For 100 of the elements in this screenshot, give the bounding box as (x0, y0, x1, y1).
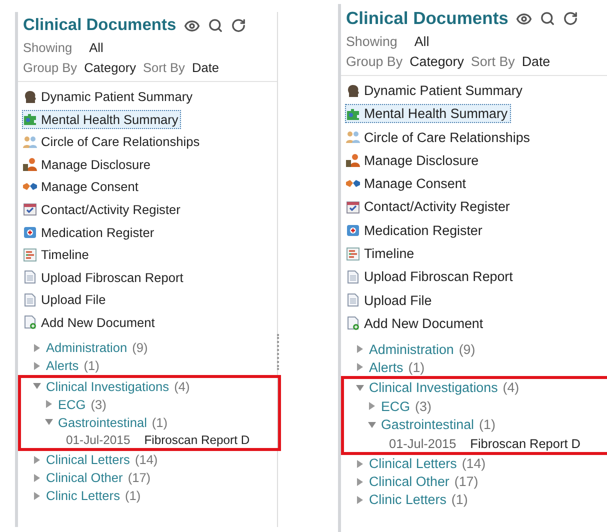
filter-label: Showing (23, 40, 72, 55)
refresh-icon[interactable] (563, 11, 578, 26)
action-item[interactable]: Medication Register (345, 220, 486, 240)
filter-value[interactable]: Category (410, 54, 464, 69)
panel-title: Clinical Documents (23, 16, 176, 35)
expand-arrow-icon[interactable] (33, 344, 41, 352)
eye-icon[interactable] (516, 10, 532, 26)
filter-value[interactable]: All (414, 34, 430, 49)
category-name[interactable]: Alerts (46, 358, 79, 374)
action-item[interactable]: Upload Fibroscan Report (345, 267, 516, 286)
action-item[interactable]: Manage Disclosure (22, 154, 154, 174)
action-item[interactable]: Medication Register (22, 222, 158, 242)
document-icon (23, 270, 37, 284)
category-count: (9) (458, 342, 476, 357)
filter-label: Group By (23, 60, 78, 75)
expand-arrow-icon[interactable] (356, 478, 364, 486)
action-item[interactable]: Upload File (22, 290, 109, 310)
action-item[interactable]: Manage Disclosure (345, 150, 482, 170)
document-title[interactable]: Fibroscan Report D (144, 432, 250, 447)
action-item[interactable]: Manage Consent (22, 177, 142, 196)
document-date: 01-Jul-2015 (389, 436, 456, 451)
head-icon (23, 90, 37, 104)
category-name[interactable]: ECG (381, 398, 410, 414)
category-count: (1) (479, 417, 496, 432)
filter-value[interactable]: Date (192, 60, 219, 75)
category-count: (9) (132, 340, 148, 356)
search-icon[interactable] (540, 11, 556, 26)
puzzle-icon (23, 112, 37, 126)
expand-arrow-icon[interactable] (33, 362, 41, 370)
filter-label: Sort By (470, 54, 515, 69)
action-item[interactable]: Timeline (345, 244, 418, 264)
filter-value[interactable]: Category (84, 60, 136, 75)
filter-value[interactable]: All (89, 40, 104, 55)
expand-arrow-icon[interactable] (356, 460, 364, 468)
document-title[interactable]: Fibroscan Report D (470, 436, 580, 451)
category-count: (4) (502, 380, 520, 396)
action-item[interactable]: Circle of Care Relationships (345, 128, 533, 147)
category-count: (3) (415, 398, 432, 414)
category-name[interactable]: Clinic Letters (46, 488, 120, 504)
expand-arrow-icon[interactable] (33, 492, 41, 500)
action-item[interactable]: Contact/Activity Register (345, 197, 513, 216)
category-name[interactable]: ECG (58, 396, 86, 412)
people-icon (346, 130, 360, 144)
action-item[interactable]: Dynamic Patient Summary (345, 81, 526, 100)
action-item[interactable]: Dynamic Patient Summary (22, 87, 196, 106)
eye-icon[interactable] (184, 18, 200, 34)
category-name[interactable]: Clinic Letters (369, 492, 446, 508)
add-document-icon (23, 315, 37, 330)
action-item[interactable]: Add New Document (22, 312, 158, 332)
action-item[interactable]: Circle of Care Relationships (22, 132, 203, 152)
category-count: (3) (90, 396, 106, 412)
action-item[interactable]: Mental Health Summary (345, 104, 511, 124)
category-name[interactable]: Clinical Letters (369, 456, 457, 472)
puzzle-icon (346, 106, 360, 121)
action-item[interactable]: Manage Consent (345, 174, 469, 194)
expand-arrow-icon[interactable] (356, 363, 364, 372)
action-item[interactable]: Upload Fibroscan Report (22, 268, 186, 287)
category-name[interactable]: Clinical Other (369, 474, 450, 490)
category-name[interactable]: Gastrointestinal (58, 414, 147, 430)
medical-kit-icon (346, 223, 360, 238)
filter-value[interactable]: Date (522, 54, 550, 69)
people-icon (23, 134, 37, 149)
category-name[interactable]: Clinical Investigations (369, 380, 498, 396)
timeline-icon (23, 248, 37, 262)
category-name[interactable]: Clinical Other (46, 470, 123, 486)
action-item[interactable]: Add New Document (345, 314, 486, 333)
category-name[interactable]: Administration (369, 342, 454, 357)
calendar-icon (23, 202, 37, 216)
category-name[interactable]: Clinical Letters (46, 452, 130, 468)
expand-arrow-icon[interactable] (33, 456, 41, 464)
expand-arrow-icon[interactable] (368, 402, 376, 410)
category-count: (1) (152, 414, 168, 430)
search-icon[interactable] (208, 18, 224, 33)
category-name[interactable]: Gastrointestinal (381, 417, 474, 432)
category-count: (14) (134, 452, 158, 468)
refresh-icon[interactable] (231, 18, 246, 33)
action-item[interactable]: Mental Health Summary (22, 110, 182, 129)
expand-arrow-icon[interactable] (45, 400, 53, 408)
collapse-arrow-icon[interactable] (33, 382, 41, 390)
collapse-arrow-icon[interactable] (368, 420, 376, 429)
document-icon (346, 293, 360, 308)
head-icon (346, 84, 360, 98)
category-name[interactable]: Alerts (369, 360, 404, 375)
medical-kit-icon (23, 225, 37, 240)
action-item[interactable]: Timeline (22, 245, 92, 264)
expand-arrow-icon[interactable] (356, 345, 364, 354)
collapse-arrow-icon[interactable] (356, 384, 364, 392)
category-count: (1) (84, 358, 100, 374)
filter-label: Showing (346, 34, 398, 49)
calendar-icon (346, 200, 360, 214)
collapse-arrow-icon[interactable] (45, 418, 53, 426)
resize-grip[interactable] (277, 334, 281, 370)
expand-arrow-icon[interactable] (356, 496, 364, 504)
filter-label: Group By (346, 54, 403, 69)
action-item[interactable]: Upload File (345, 290, 435, 310)
action-item[interactable]: Contact/Activity Register (22, 200, 184, 219)
category-name[interactable]: Administration (46, 340, 128, 356)
document-icon (346, 270, 360, 284)
expand-arrow-icon[interactable] (33, 474, 41, 482)
category-name[interactable]: Clinical Investigations (46, 378, 170, 394)
